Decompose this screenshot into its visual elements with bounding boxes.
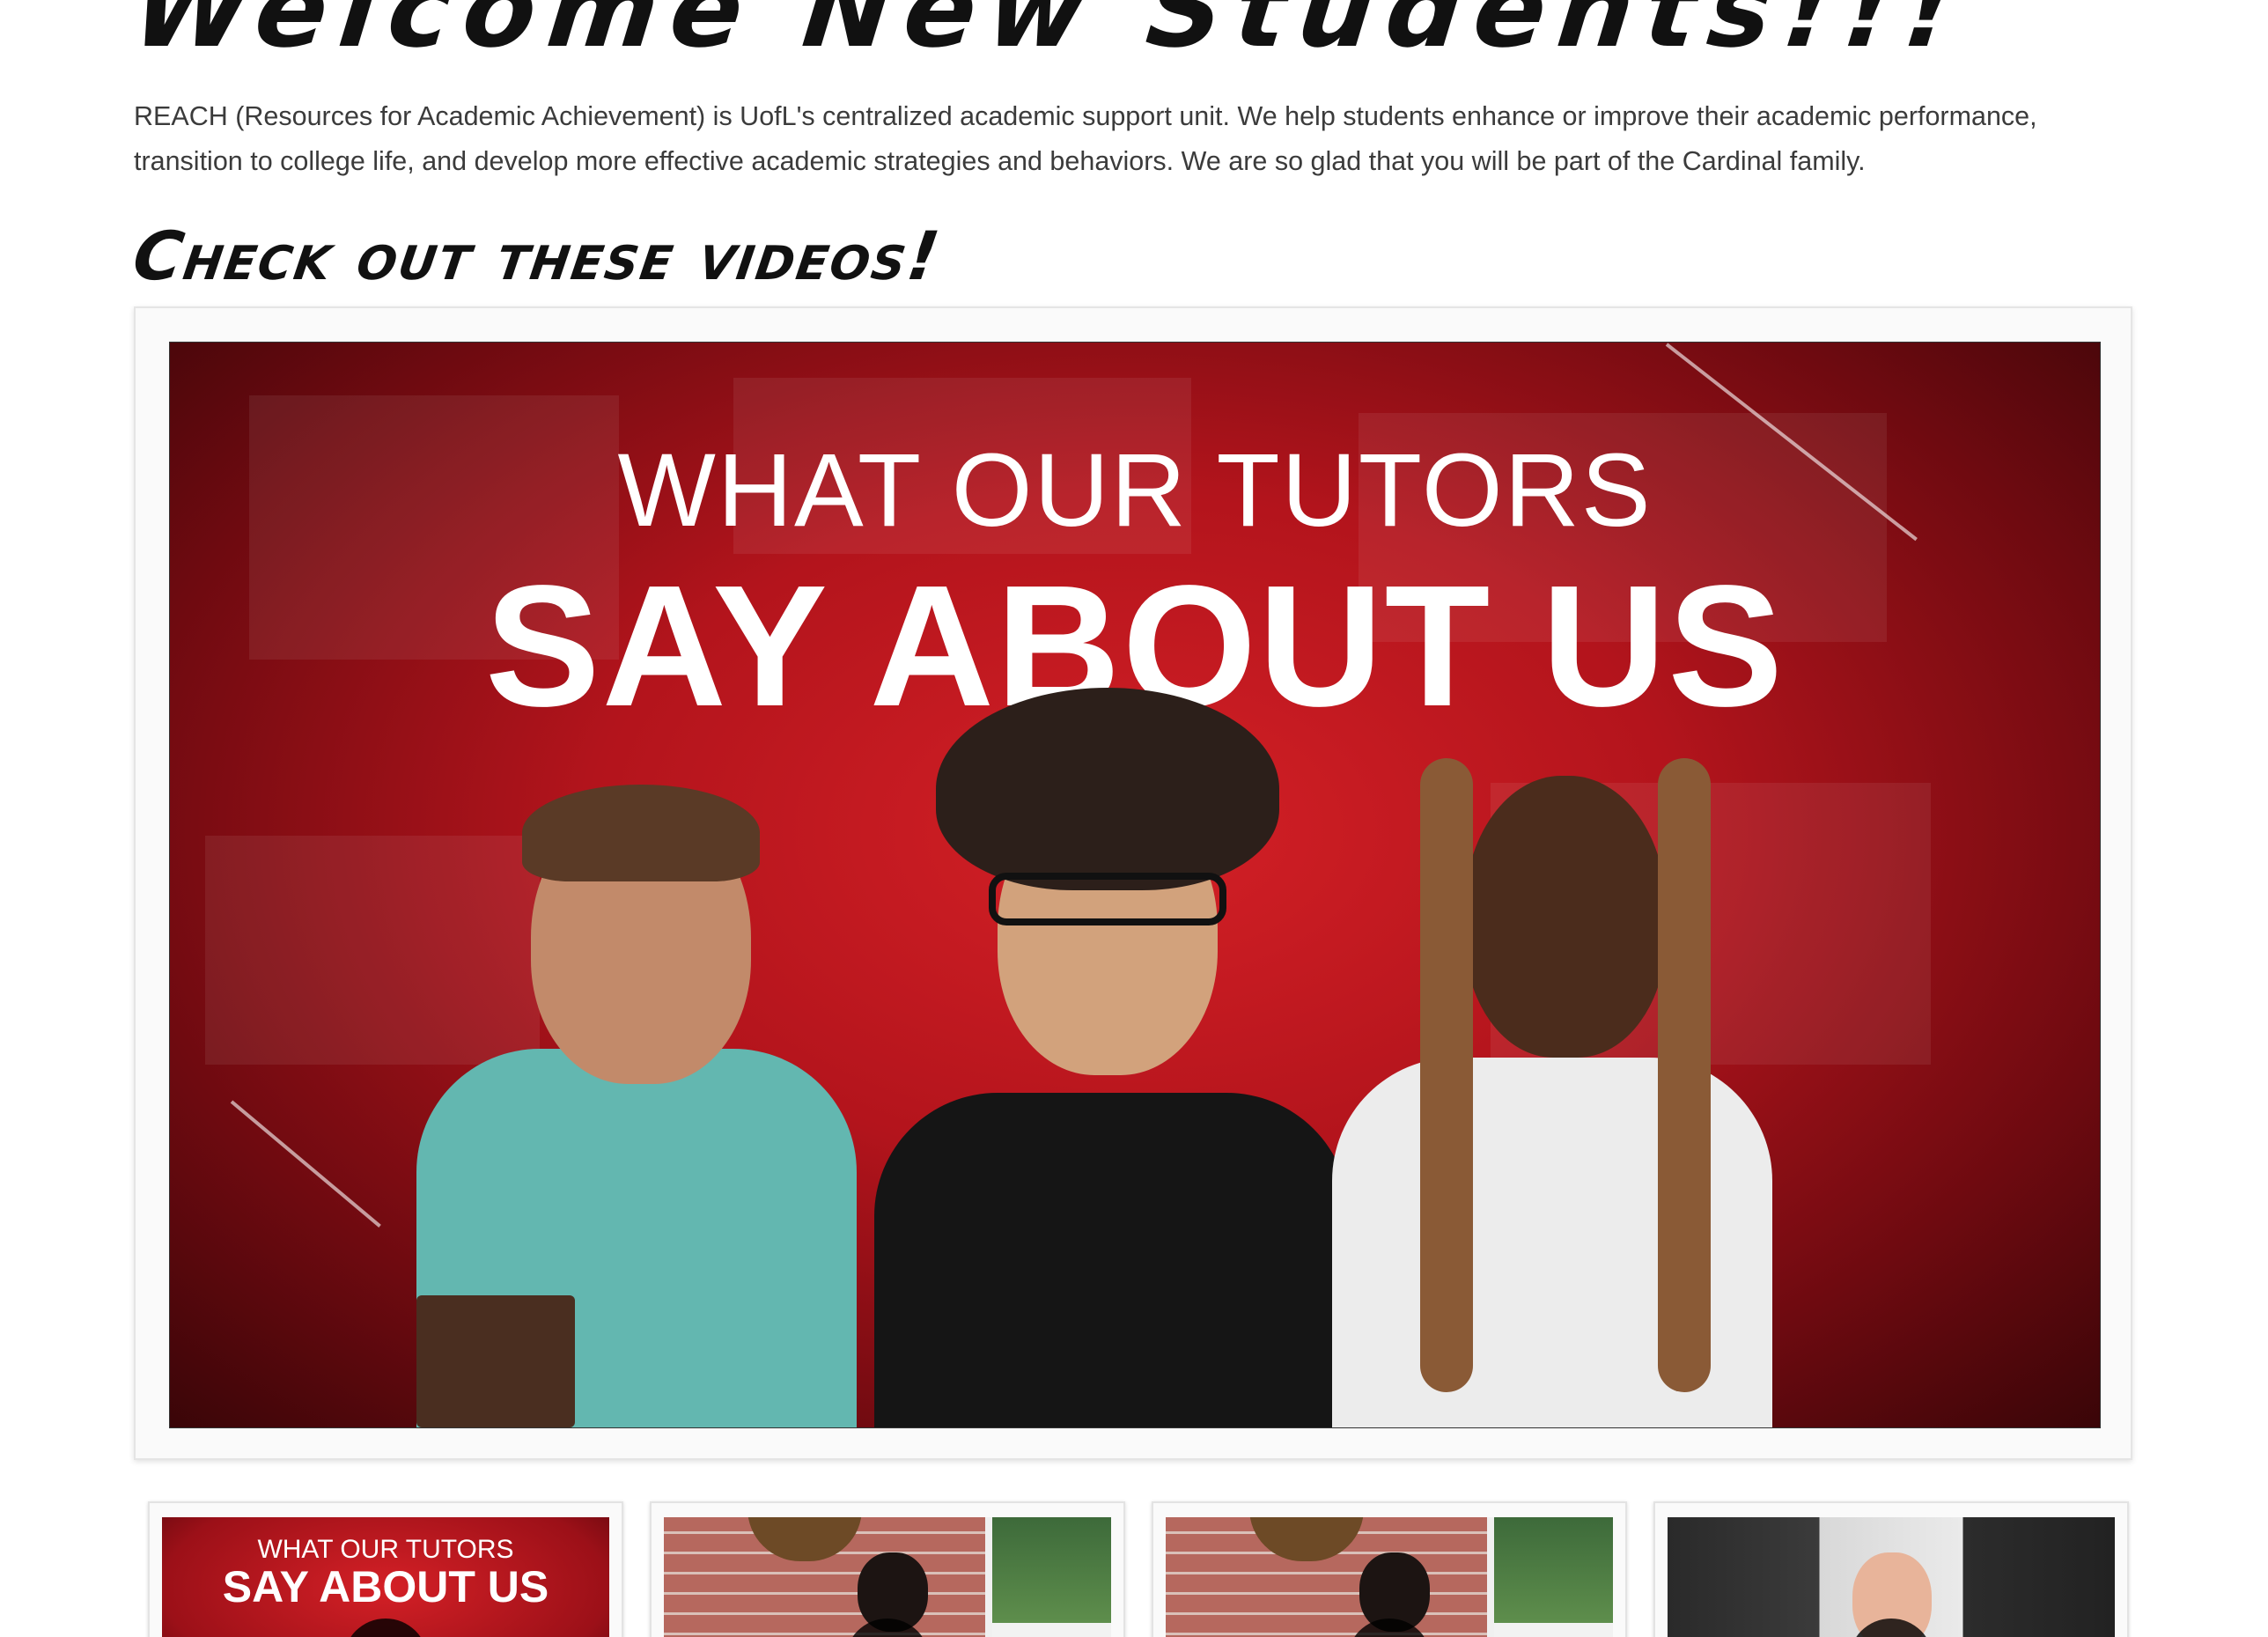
- tutor-left: [381, 741, 874, 1427]
- welcome-heading: Welcome New Students!!!: [127, 0, 1972, 71]
- tutor-right: [1332, 723, 1825, 1427]
- video-title-line1: WHAT OUR TUTORS: [617, 432, 1653, 549]
- featured-video[interactable]: WHAT OUR TUTORS SAY ABOUT US: [169, 342, 2101, 1428]
- video-player: WHAT OUR TUTORS SAY ABOUT US: [134, 306, 2132, 1460]
- play-icon[interactable]: [343, 1619, 428, 1637]
- video-thumbnail[interactable]: WHAT OUR TUTORS SAY ABOUT US: [148, 1501, 623, 1637]
- thumbnail-title-line2: SAY ABOUT US: [222, 1562, 549, 1611]
- thumbnail-image: [1166, 1517, 1613, 1637]
- video-thumbnail[interactable]: [650, 1501, 1125, 1637]
- video-thumbnail[interactable]: [1152, 1501, 1627, 1637]
- intro-paragraph: REACH (Resources for Academic Achievemen…: [134, 101, 2037, 176]
- thumbnail-image: [664, 1517, 1111, 1637]
- thumbnail-image: WHAT OUR TUTORS SAY ABOUT US: [162, 1517, 609, 1637]
- thumbnail-title-line1: WHAT OUR TUTORS: [257, 1535, 514, 1564]
- video-thumbnail[interactable]: [1653, 1501, 2129, 1637]
- video-thumbnails: WHAT OUR TUTORS SAY ABOUT US: [148, 1501, 2132, 1637]
- videos-heading: Check out these videos!: [128, 217, 946, 295]
- page-content: Welcome New Students!!! REACH (Resources…: [128, 0, 2132, 1637]
- tutor-center: [848, 688, 1376, 1427]
- thumbnail-image: [1668, 1517, 2115, 1637]
